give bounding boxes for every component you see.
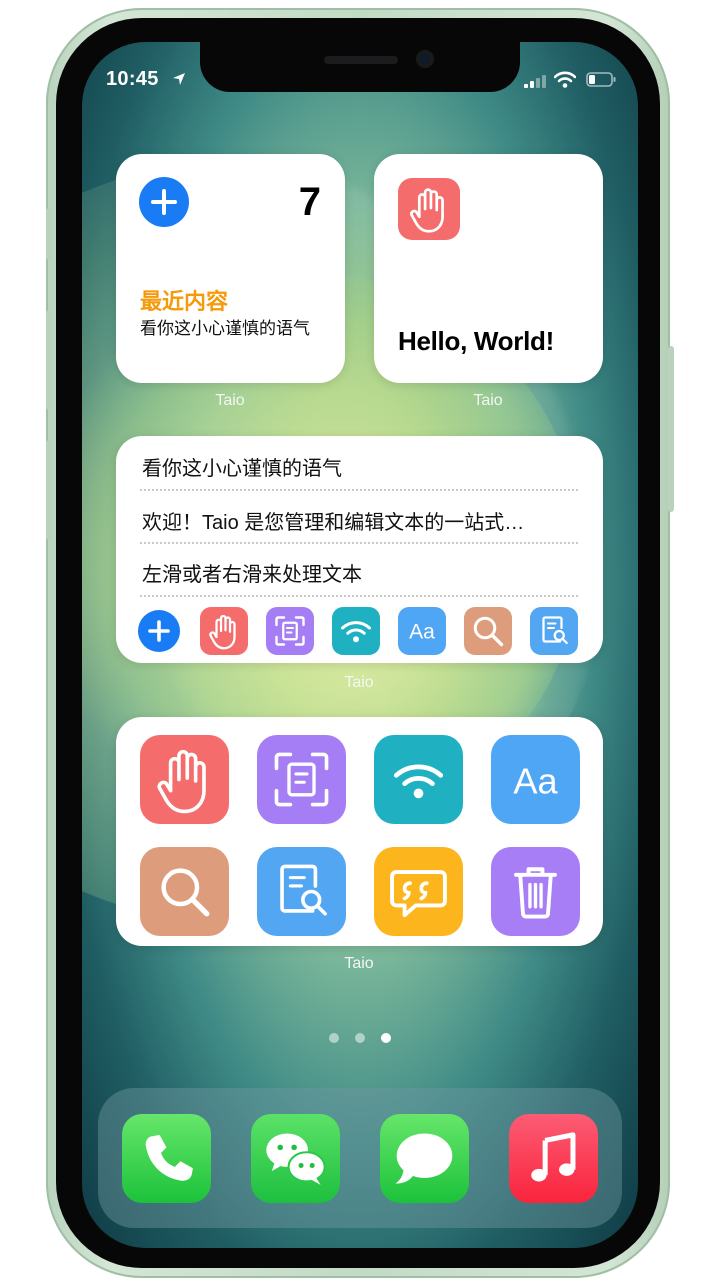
recent-text: 看你这小心谨慎的语气 (140, 319, 310, 338)
list-divider (140, 595, 578, 597)
list-item[interactable]: 左滑或者右滑来处理文本 (142, 558, 552, 587)
battery-icon (586, 72, 616, 87)
earpiece-speaker (324, 56, 398, 64)
search-button[interactable] (464, 607, 512, 655)
volume-down-button (46, 440, 52, 540)
hello-widget[interactable]: Hello, World! (374, 154, 603, 383)
doc-search-button[interactable] (257, 847, 346, 936)
volume-up-button (46, 310, 52, 410)
font-aa-icon: Aa (513, 760, 558, 801)
search-button[interactable] (140, 847, 229, 936)
svg-text:Aa: Aa (409, 621, 435, 644)
scan-text-button[interactable] (257, 735, 346, 824)
doc-search-button[interactable] (530, 607, 578, 655)
page-dot-active[interactable] (381, 1033, 391, 1043)
font-aa-icon: Aa (409, 621, 435, 644)
wifi-icon (393, 764, 444, 799)
list-item[interactable]: 看你这小心谨慎的语气 (142, 452, 552, 481)
quote-button[interactable] (374, 847, 463, 936)
hello-text: Hello, World! (398, 326, 554, 356)
wechat-app[interactable] (251, 1114, 340, 1203)
music-app[interactable] (509, 1114, 598, 1203)
list-divider (140, 489, 578, 491)
recent-content-widget[interactable]: 7 最近内容 看你这小心谨慎的语气 (116, 154, 345, 383)
hand-icon (209, 614, 236, 650)
widget-caption: Taio (344, 955, 374, 972)
widget-caption: Taio (215, 392, 245, 409)
action-button (46, 208, 52, 260)
scan-text-button[interactable] (266, 607, 314, 655)
messages-app[interactable] (380, 1114, 469, 1203)
doc-search-icon (280, 864, 327, 916)
cellular-signal-icon (524, 75, 546, 88)
add-button[interactable] (138, 610, 180, 652)
page-dot[interactable] (355, 1033, 365, 1043)
hand-action-button[interactable] (398, 178, 460, 240)
plus-icon (151, 189, 177, 215)
add-button[interactable] (139, 177, 189, 227)
quote-bubble-icon (390, 870, 447, 918)
music-icon (531, 1132, 576, 1182)
list-item[interactable]: 欢迎！Taio 是您管理和编辑文本的一站式… (142, 506, 552, 535)
delete-button[interactable] (491, 847, 580, 936)
widget-caption: Taio (344, 674, 374, 691)
phone-app[interactable] (122, 1114, 211, 1203)
notch (200, 42, 520, 92)
wechat-icon (266, 1133, 326, 1185)
actions-grid-widget[interactable]: Aa (116, 717, 603, 946)
power-button (668, 346, 674, 512)
scan-text-icon (274, 752, 329, 807)
wifi-share-button[interactable] (332, 607, 380, 655)
text-list-widget[interactable]: 看你这小心谨慎的语气 欢迎！Taio 是您管理和编辑文本的一站式… 左滑或者右滑… (116, 436, 603, 663)
home-screen: 10:45 7 最近内容 看你这小心谨慎的语气 Taio Hello, Worl… (82, 42, 638, 1248)
location-arrow-icon (173, 73, 185, 85)
status-time: 10:45 (106, 68, 159, 90)
search-icon (161, 868, 210, 917)
widget-caption: Taio (473, 392, 503, 409)
front-camera (416, 50, 434, 68)
hand-icon (410, 188, 444, 233)
phone-icon (145, 1134, 193, 1181)
dock (98, 1088, 622, 1228)
page-dot[interactable] (329, 1033, 339, 1043)
svg-text:Aa: Aa (513, 760, 558, 801)
messages-icon (395, 1133, 453, 1184)
font-button[interactable]: Aa (491, 735, 580, 824)
wifi-share-button[interactable] (374, 735, 463, 824)
doc-search-icon (542, 616, 568, 645)
hand-icon (157, 749, 206, 814)
trash-icon (514, 867, 557, 919)
hand-action-button[interactable] (140, 735, 229, 824)
recent-count: 7 (298, 180, 321, 224)
wifi-icon (341, 621, 371, 643)
hand-action-button[interactable] (200, 607, 248, 655)
list-divider (140, 542, 578, 544)
wifi-status-icon (554, 71, 576, 88)
font-button[interactable]: Aa (398, 607, 446, 655)
scan-text-icon (275, 616, 305, 646)
search-icon (473, 616, 504, 647)
plus-icon (148, 620, 170, 642)
recent-title: 最近内容 (140, 289, 229, 314)
